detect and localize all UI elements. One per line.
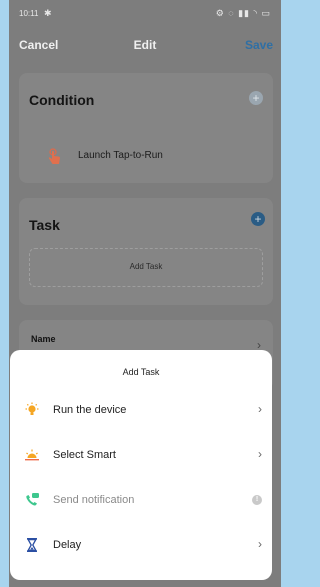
chevron-right-icon: › [258,447,262,461]
add-task-box-label: Add Task [129,262,163,271]
name-label: Name [31,334,56,344]
chevron-right-icon: › [258,537,262,551]
background-frame: 10:11 ✱ ⚙ ◌ ▮▮ ◝ ▭ Cancel Edit Save Cond… [0,0,281,587]
sunrise-icon [25,449,39,461]
sheet-title: Add Task [122,367,160,377]
info-icon: ! [252,495,262,505]
task-title: Task [29,217,60,233]
sheet-item-send-notification[interactable]: Send notification ! [10,485,272,515]
status-time: 10:11 [19,9,39,18]
condition-title: Condition [29,92,95,108]
add-task-plus-button[interactable]: + [251,212,265,226]
page-title: Edit [133,38,157,52]
sheet-item-select-smart[interactable]: Select Smart › [10,440,272,470]
status-bar: 10:11 ✱ ⚙ ◌ ▮▮ ◝ ▭ [9,0,281,28]
condition-card: Condition + Launch Tap-to-Run [19,73,273,183]
status-icons: ⚙ ◌ ▮▮ ◝ ▭ [215,8,271,18]
hourglass-icon [27,538,37,552]
bulb-icon [25,402,39,415]
condition-item-label: Launch Tap-to-Run [78,150,163,161]
sheet-item-label: Delay [53,539,82,551]
add-task-box[interactable]: Add Task [29,248,263,287]
task-card: Task + Add Task [19,198,273,305]
hand-tap-icon [48,148,60,164]
add-condition-button[interactable]: + [249,91,263,105]
add-task-sheet: Add Task Run the device › Select Smart ›… [10,350,272,580]
bluetooth-icon: ✱ [44,8,52,18]
sheet-item-delay[interactable]: Delay › [10,530,272,560]
save-button[interactable]: Save [245,38,273,52]
sheet-item-run-device[interactable]: Run the device › [10,395,272,425]
chevron-right-icon: › [258,402,262,416]
sheet-item-label: Select Smart [53,449,116,461]
notification-icon [26,493,39,506]
sheet-item-label: Run the device [53,404,127,416]
nav-bar: Cancel Edit Save [9,28,281,62]
sheet-item-label: Send notification [53,494,135,506]
